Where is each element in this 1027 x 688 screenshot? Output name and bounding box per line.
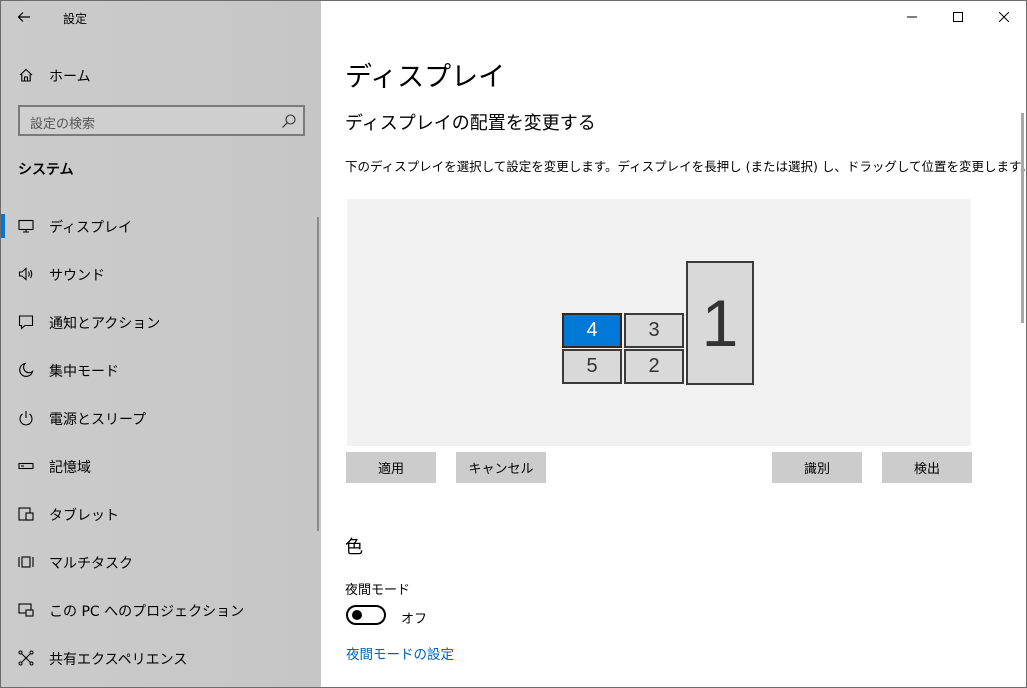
speaker-icon xyxy=(18,267,33,281)
monitor-number: 1 xyxy=(701,286,739,360)
sidebar-item-multitasking[interactable]: マルチタスク xyxy=(1,542,317,582)
sidebar-item-power[interactable]: 電源とスリープ xyxy=(1,398,317,438)
sidebar-item-label: サウンド xyxy=(49,268,105,284)
monitor-number: 2 xyxy=(648,355,660,377)
sidebar: 設定 ホーム 設定の検索 システム ディスプレイ サウンド 通知とアクション 集… xyxy=(1,1,321,687)
sidebar-item-display[interactable]: ディスプレイ xyxy=(1,206,317,246)
close-button[interactable] xyxy=(981,1,1026,33)
back-button[interactable] xyxy=(11,5,37,29)
sidebar-item-home[interactable]: ホーム xyxy=(1,59,321,91)
sidebar-item-notifications[interactable]: 通知とアクション xyxy=(1,302,317,342)
main-pane: ディスプレイ ディスプレイの配置を変更する 下のディスプレイを選択して設定を変更… xyxy=(321,1,1027,687)
monitor-icon xyxy=(18,219,34,233)
night-light-settings-link[interactable]: 夜間モードの設定 xyxy=(346,643,454,663)
sidebar-item-projection[interactable]: この PC へのプロジェクション xyxy=(1,590,317,630)
monitor-1[interactable]: 1 xyxy=(686,261,754,385)
sidebar-item-label: タブレット xyxy=(49,508,119,524)
active-indicator xyxy=(1,214,5,238)
monitor-2[interactable]: 2 xyxy=(624,349,684,384)
minimize-button[interactable] xyxy=(889,1,935,33)
sidebar-item-sound[interactable]: サウンド xyxy=(1,254,317,294)
arrangement-description: 下のディスプレイを選択して設定を変更します。ディスプレイを長押し (または選択)… xyxy=(345,159,1027,174)
sidebar-item-label: ディスプレイ xyxy=(49,220,133,236)
home-icon xyxy=(19,68,33,82)
titlebar-left: 設定 xyxy=(1,1,321,33)
power-icon xyxy=(19,411,33,426)
sidebar-item-tablet[interactable]: タブレット xyxy=(1,494,317,534)
monitor-number: 4 xyxy=(586,319,598,341)
monitor-3[interactable]: 3 xyxy=(624,313,684,348)
toggle-knob xyxy=(352,610,362,620)
color-heading: 色 xyxy=(345,537,363,558)
sidebar-item-storage[interactable]: 記憶域 xyxy=(1,446,317,486)
sidebar-scrollbar[interactable] xyxy=(317,217,319,531)
share-icon xyxy=(18,650,34,666)
sidebar-item-label: 集中モード xyxy=(49,364,119,380)
tablet-icon xyxy=(18,507,34,521)
notification-icon xyxy=(18,315,34,330)
multitask-icon xyxy=(18,556,34,568)
search-input[interactable]: 設定の検索 xyxy=(18,105,305,136)
projection-icon xyxy=(18,603,34,617)
night-light-state: オフ xyxy=(401,612,428,627)
monitor-number: 5 xyxy=(586,355,598,377)
search-placeholder: 設定の検索 xyxy=(30,117,96,132)
monitor-4[interactable]: 4 xyxy=(562,313,622,348)
monitor-number: 3 xyxy=(648,319,660,341)
maximize-button[interactable] xyxy=(935,1,981,33)
minimize-icon xyxy=(907,16,917,18)
sidebar-item-label: 電源とスリープ xyxy=(49,412,147,428)
monitor-5[interactable]: 5 xyxy=(562,349,622,384)
storage-icon xyxy=(18,462,34,470)
night-light-toggle[interactable] xyxy=(346,605,386,625)
sidebar-item-label: 記憶域 xyxy=(49,460,91,476)
sidebar-item-label: 共有エクスペリエンス xyxy=(49,652,188,668)
settings-window: 設定 ホーム 設定の検索 システム ディスプレイ サウンド 通知とアクション 集… xyxy=(0,0,1027,688)
moon-icon xyxy=(19,362,34,377)
sidebar-item-label: マルチタスク xyxy=(49,556,133,572)
back-arrow-icon xyxy=(17,12,30,22)
detect-button[interactable]: 検出 xyxy=(882,452,972,483)
apply-button[interactable]: 適用 xyxy=(346,452,436,483)
identify-button[interactable]: 識別 xyxy=(772,452,862,483)
maximize-icon xyxy=(953,12,963,22)
section-title: システム xyxy=(18,162,74,178)
display-arrangement-area[interactable]: 4 3 1 5 2 xyxy=(347,199,971,446)
night-light-label: 夜間モード xyxy=(345,583,411,598)
sidebar-item-label: 通知とアクション xyxy=(49,316,161,332)
search-icon xyxy=(282,114,296,128)
cancel-button[interactable]: キャンセル xyxy=(456,452,546,483)
page-title: ディスプレイ xyxy=(345,62,506,93)
sidebar-item-label: この PC へのプロジェクション xyxy=(49,604,245,620)
sidebar-item-focus[interactable]: 集中モード xyxy=(1,350,317,390)
main-scrollbar[interactable] xyxy=(1021,113,1024,323)
sidebar-item-shared-experiences[interactable]: 共有エクスペリエンス xyxy=(1,638,317,678)
home-label: ホーム xyxy=(49,69,91,85)
close-icon xyxy=(999,12,1009,22)
app-title: 設定 xyxy=(63,12,88,26)
section-heading: ディスプレイの配置を変更する xyxy=(345,113,596,134)
